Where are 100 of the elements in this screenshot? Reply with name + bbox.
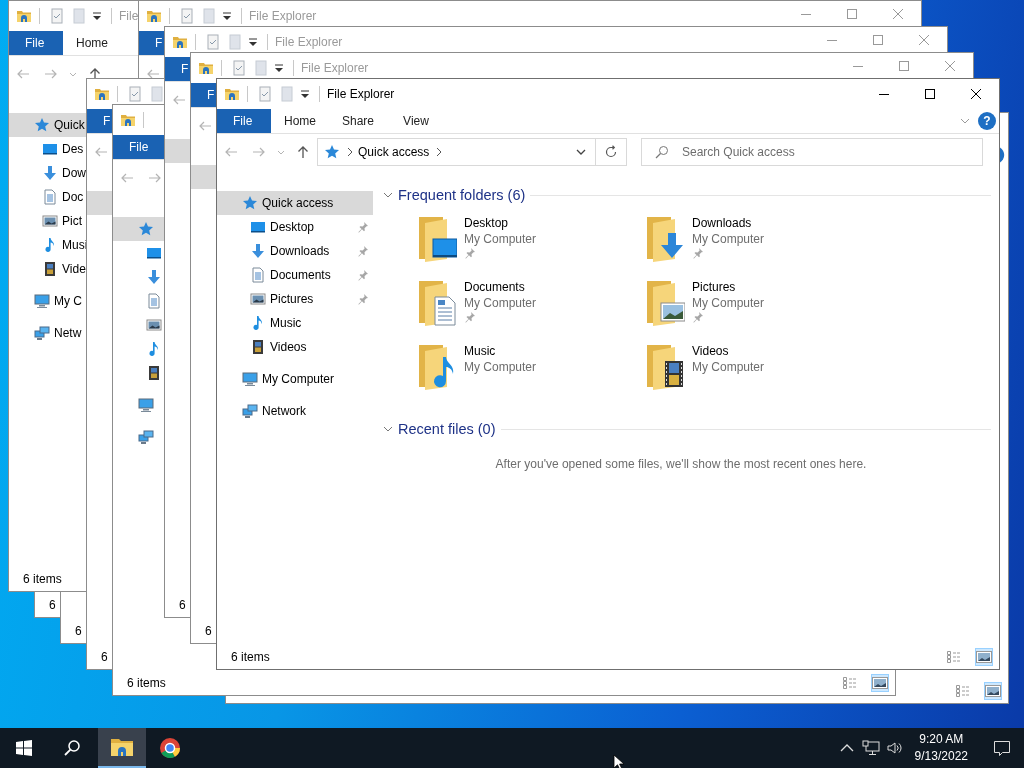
dropdown-icon[interactable] bbox=[273, 62, 285, 74]
film-icon bbox=[42, 261, 58, 277]
item-count: 6 items bbox=[127, 676, 166, 690]
picture-icon bbox=[146, 317, 162, 333]
file-tab[interactable]: File bbox=[113, 135, 165, 159]
file-tab[interactable]: F bbox=[87, 109, 113, 133]
dropdown-icon[interactable] bbox=[91, 10, 103, 22]
section-toggle[interactable] bbox=[383, 424, 393, 434]
ribbon-tab[interactable]: Home bbox=[63, 31, 121, 55]
details-view-icon[interactable] bbox=[842, 675, 858, 691]
sidebar-item[interactable]: My C bbox=[9, 289, 87, 313]
pin-icon bbox=[357, 245, 369, 257]
large-icons-view-icon[interactable] bbox=[872, 675, 888, 691]
file-tab[interactable]: F bbox=[191, 83, 217, 107]
desktop-icon bbox=[250, 219, 266, 235]
ribbon-tab[interactable]: Share bbox=[329, 109, 387, 133]
dropdown-icon[interactable] bbox=[299, 88, 311, 100]
dropdown-icon[interactable] bbox=[221, 10, 233, 22]
file-tab[interactable]: F bbox=[139, 31, 165, 55]
folder-icon[interactable] bbox=[224, 86, 240, 102]
properties-icon[interactable] bbox=[205, 34, 221, 50]
properties-icon[interactable] bbox=[127, 86, 143, 102]
clock[interactable]: 9:20 AM 9/13/2022 bbox=[914, 731, 968, 765]
folder-name[interactable]: Videos bbox=[692, 343, 765, 359]
sidebar-item[interactable]: Netw bbox=[9, 321, 87, 345]
folder-name[interactable]: Desktop bbox=[464, 215, 537, 231]
download-icon bbox=[42, 165, 58, 181]
details-view-icon[interactable] bbox=[955, 683, 971, 699]
large-icons-view-icon[interactable] bbox=[985, 683, 1001, 699]
sidebar-item[interactable]: Quick access bbox=[217, 191, 373, 215]
taskbar-app[interactable] bbox=[98, 728, 146, 768]
folder-icon[interactable] bbox=[94, 86, 110, 102]
folder-location: My Computer bbox=[464, 231, 537, 247]
desktop-icon bbox=[146, 245, 162, 261]
help-button[interactable]: ? bbox=[978, 112, 996, 130]
dropdown-icon[interactable] bbox=[247, 36, 259, 48]
show-hidden-icons-icon[interactable] bbox=[839, 743, 854, 753]
file-tab[interactable]: File bbox=[217, 109, 271, 133]
sidebar-item[interactable]: My Computer bbox=[217, 367, 373, 391]
properties-icon[interactable] bbox=[231, 60, 247, 76]
properties-icon[interactable] bbox=[257, 86, 273, 102]
chevron-icon bbox=[435, 147, 444, 157]
sidebar-item[interactable]: Pict bbox=[9, 209, 87, 233]
folder-icon[interactable] bbox=[198, 60, 214, 76]
sidebar-item[interactable]: Music bbox=[217, 311, 373, 335]
close-icon bbox=[893, 9, 903, 19]
volume-icon[interactable] bbox=[885, 740, 904, 756]
window-title: File Explorer bbox=[249, 9, 317, 23]
document-icon bbox=[146, 293, 162, 309]
help-icon[interactable] bbox=[1000, 146, 1005, 164]
star-icon bbox=[324, 144, 340, 160]
folder-icon[interactable] bbox=[172, 34, 188, 50]
notifications-icon[interactable] bbox=[993, 739, 1011, 757]
ribbon-tab[interactable]: View bbox=[387, 109, 445, 133]
folder-icon[interactable] bbox=[146, 8, 162, 24]
sidebar-item[interactable]: Documents bbox=[217, 263, 373, 287]
new-folder-icon[interactable] bbox=[149, 86, 165, 102]
sidebar-item[interactable]: Quick bbox=[9, 113, 87, 137]
folder-name[interactable]: Music bbox=[464, 343, 537, 359]
window-title: File Explorer bbox=[301, 61, 369, 75]
sidebar-item[interactable]: Vide bbox=[9, 257, 87, 281]
folder-name[interactable]: Documents bbox=[464, 279, 537, 295]
file-tab[interactable]: F bbox=[165, 57, 191, 81]
section-toggle[interactable] bbox=[383, 190, 393, 200]
close-icon bbox=[919, 35, 929, 45]
search-field[interactable]: Search Quick access bbox=[641, 138, 983, 166]
sidebar-item[interactable]: Network bbox=[217, 399, 373, 423]
file-tab[interactable]: File bbox=[9, 31, 63, 55]
sidebar-item[interactable]: Des bbox=[9, 137, 87, 161]
folder-name[interactable]: Downloads bbox=[692, 215, 765, 231]
folder-icon[interactable] bbox=[120, 112, 136, 128]
window-title: File Explorer bbox=[327, 87, 395, 101]
sidebar-item[interactable]: Videos bbox=[217, 335, 373, 359]
item-count: 6 bbox=[179, 598, 186, 612]
sidebar-item[interactable]: Downloads bbox=[217, 239, 373, 263]
computer-icon bbox=[242, 371, 258, 387]
chevron-icon bbox=[383, 190, 393, 200]
ribbon-tab[interactable]: Home bbox=[271, 109, 329, 133]
computer-icon bbox=[34, 293, 50, 309]
search-icon bbox=[655, 145, 669, 159]
sidebar-item[interactable]: Doc bbox=[9, 185, 87, 209]
picture-icon bbox=[42, 213, 58, 229]
cursor-icon bbox=[613, 754, 625, 768]
properties-icon[interactable] bbox=[179, 8, 195, 24]
sidebar-item[interactable]: Dow bbox=[9, 161, 87, 185]
sidebar-item[interactable]: Pictures bbox=[217, 287, 373, 311]
details-view-icon[interactable] bbox=[946, 649, 962, 665]
folder-icon[interactable] bbox=[16, 8, 32, 24]
item-count: 6 bbox=[49, 598, 56, 612]
network-status-icon[interactable] bbox=[861, 740, 880, 756]
star-icon bbox=[242, 195, 258, 211]
properties-icon[interactable] bbox=[49, 8, 65, 24]
star-icon bbox=[138, 221, 154, 237]
section-title: Recent files (0) bbox=[398, 421, 496, 437]
pin-icon bbox=[464, 247, 476, 259]
windows-logo-icon bbox=[16, 740, 32, 756]
sidebar-item[interactable]: Desktop bbox=[217, 215, 373, 239]
large-icons-view-icon[interactable] bbox=[976, 649, 992, 665]
address-bar[interactable]: Quick access bbox=[317, 138, 627, 166]
folder-name[interactable]: Pictures bbox=[692, 279, 765, 295]
